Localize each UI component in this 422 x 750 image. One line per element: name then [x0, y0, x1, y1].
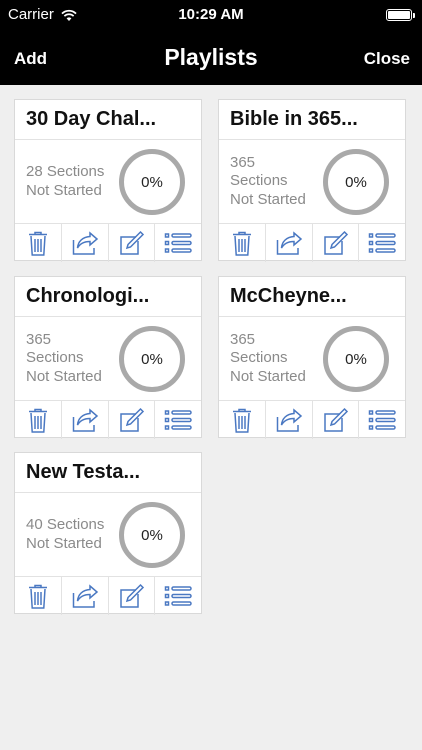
sections-button[interactable] — [155, 224, 201, 262]
playlist-status: 40 Sections Not Started — [26, 493, 118, 576]
playlist-status-line: Not Started — [26, 367, 102, 385]
share-icon — [274, 228, 304, 258]
edit-button[interactable] — [109, 401, 156, 439]
playlist-status: 365 Sections Not Started — [26, 317, 118, 400]
progress-ring: 0% — [323, 149, 389, 215]
list-icon — [367, 405, 397, 435]
list-icon — [163, 581, 193, 611]
playlist-status-line: 365 — [26, 330, 52, 348]
trash-icon — [227, 405, 257, 435]
progress-ring: 0% — [119, 502, 185, 568]
playlist-status: 365 Sections Not Started — [230, 317, 322, 400]
status-bar: Carrier 10:29 AM — [0, 0, 422, 30]
edit-button[interactable] — [313, 401, 360, 439]
sections-button[interactable] — [155, 577, 201, 615]
edit-icon — [116, 228, 146, 258]
sections-button[interactable] — [155, 401, 201, 439]
list-icon — [163, 228, 193, 258]
playlist-summary: 28 Sections Not Started 0% — [15, 140, 201, 224]
playlist-card[interactable]: New Testa... 40 Sections Not Started 0% — [14, 452, 202, 615]
share-button[interactable] — [266, 224, 313, 262]
share-icon — [70, 405, 100, 435]
playlist-card[interactable]: Chronologi... 365 Sections Not Started 0% — [14, 276, 202, 439]
playlist-status: 365 Sections Not Started — [230, 140, 322, 223]
playlist-summary: 365 Sections Not Started 0% — [219, 140, 405, 224]
share-button[interactable] — [62, 577, 109, 615]
playlist-card[interactable]: McCheyne... 365 Sections Not Started 0% — [218, 276, 406, 439]
status-time: 10:29 AM — [178, 6, 244, 23]
playlist-title: 30 Day Chal... — [15, 100, 201, 140]
playlist-status-line: Not Started — [230, 367, 306, 385]
progress-ring: 0% — [119, 326, 185, 392]
card-actions — [219, 401, 405, 439]
playlist-title: Chronologi... — [15, 277, 201, 317]
playlist-card[interactable]: 30 Day Chal... 28 Sections Not Started 0% — [14, 99, 202, 262]
playlist-status-line: 28 Sections — [26, 163, 105, 180]
progress-percent: 0% — [141, 173, 163, 191]
trash-icon — [23, 581, 53, 611]
edit-icon — [116, 581, 146, 611]
trash-icon — [23, 228, 53, 258]
edit-icon — [320, 405, 350, 435]
trash-icon — [23, 405, 53, 435]
delete-button[interactable] — [219, 224, 266, 262]
edit-button[interactable] — [313, 224, 360, 262]
page-title: Playlists — [164, 44, 258, 70]
close-button[interactable]: Close — [364, 49, 410, 69]
progress-percent: 0% — [141, 350, 163, 368]
playlist-status-line: Not Started — [230, 190, 306, 208]
edit-button[interactable] — [109, 224, 156, 262]
share-icon — [70, 581, 100, 611]
card-actions — [15, 577, 201, 615]
delete-button[interactable] — [15, 224, 62, 262]
share-button[interactable] — [266, 401, 313, 439]
list-icon — [367, 228, 397, 258]
header: Carrier 10:29 AM Add Playlists Close — [0, 0, 422, 85]
edit-button[interactable] — [109, 577, 156, 615]
playlist-card[interactable]: Bible in 365... 365 Sections Not Started 0% — [218, 99, 406, 262]
playlist-status-line: Sections — [230, 172, 288, 190]
delete-button[interactable] — [15, 577, 62, 615]
list-icon — [163, 405, 193, 435]
progress-ring: 0% — [323, 326, 389, 392]
playlist-status-line: 365 — [230, 153, 256, 171]
progress-percent: 0% — [345, 350, 367, 368]
sections-button[interactable] — [359, 401, 405, 439]
card-actions — [219, 224, 405, 262]
trash-icon — [227, 228, 257, 258]
share-icon — [274, 405, 304, 435]
playlist-title: New Testa... — [15, 453, 201, 493]
battery-icon — [386, 9, 415, 21]
share-icon — [70, 228, 100, 258]
progress-percent: 0% — [141, 526, 163, 544]
share-button[interactable] — [62, 224, 109, 262]
sections-button[interactable] — [359, 224, 405, 262]
playlist-status-line: Not Started — [26, 534, 102, 552]
card-actions — [15, 401, 201, 439]
playlist-summary: 40 Sections Not Started 0% — [15, 493, 201, 577]
share-button[interactable] — [62, 401, 109, 439]
playlist-status: 28 Sections Not Started — [26, 140, 118, 223]
progress-percent: 0% — [345, 173, 367, 191]
delete-button[interactable] — [219, 401, 266, 439]
playlist-status-line: Sections — [230, 349, 288, 367]
playlist-title: McCheyne... — [219, 277, 405, 317]
edit-icon — [320, 228, 350, 258]
playlist-status-line: 365 — [230, 330, 256, 348]
delete-button[interactable] — [15, 401, 62, 439]
playlist-status-line: Sections — [26, 349, 84, 367]
card-actions — [15, 224, 201, 262]
playlist-status-line: 40 Sections — [26, 516, 105, 533]
edit-icon — [116, 405, 146, 435]
progress-ring: 0% — [119, 149, 185, 215]
playlist-summary: 365 Sections Not Started 0% — [219, 317, 405, 401]
playlist-title: Bible in 365... — [219, 100, 405, 140]
playlist-summary: 365 Sections Not Started 0% — [15, 317, 201, 401]
playlist-status-line: Not Started — [26, 181, 102, 199]
